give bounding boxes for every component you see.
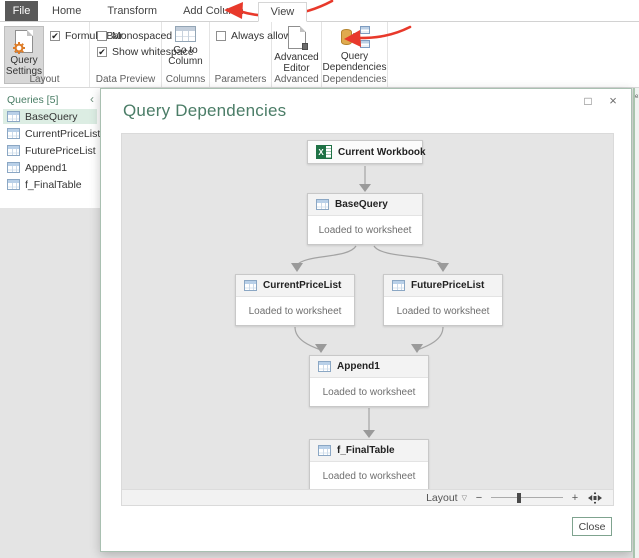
query-list-item-ffinaltable[interactable]: f_FinalTable [3,177,97,192]
checkbox-icon [216,31,226,41]
fit-to-view-button[interactable] [587,492,603,504]
tab-home[interactable]: Home [40,1,93,21]
graph-node-basequery: BaseQuery Loaded to worksheet [307,193,423,245]
table-icon [7,145,20,156]
tab-transform[interactable]: Transform [95,1,169,21]
tab-view[interactable]: View [258,2,308,22]
zoom-slider[interactable] [491,492,563,504]
query-list-item-futurepricelist[interactable]: FuturePriceList [3,143,97,158]
chevron-down-icon: ▽ [462,494,467,502]
tab-add-column[interactable]: Add Column [171,1,256,21]
graph-node-current-workbook: Current Workbook [307,140,423,164]
table-icon [7,111,20,122]
ribbon-group-columns: Go to Column Columns [162,22,210,87]
close-button[interactable]: Close [572,517,612,536]
table-icon [7,179,20,190]
zoom-slider-handle[interactable] [517,493,521,503]
excel-workbook-icon [316,145,332,159]
document-icon [15,30,33,53]
table-grid-icon [175,26,196,42]
layout-dropdown[interactable]: Layout ▽ [426,492,467,504]
group-label-dependencies: Dependencies [322,74,387,85]
checkbox-icon: ✔ [97,47,107,57]
query-list-item-basequery[interactable]: BaseQuery [3,109,97,124]
node-status: Loaded to worksheet [310,462,428,490]
table-icon [392,280,405,291]
graph-node-append1: Append1 Loaded to worksheet [309,355,429,407]
group-label-columns: Columns [162,74,209,85]
ribbon-tab-bar: File Home Transform Add Column View [0,0,639,22]
zoom-out-button[interactable]: − [475,492,483,504]
ribbon-group-dependencies: Query Dependencies Dependencies [322,22,388,87]
go-to-column-button[interactable]: Go to Column [162,26,209,67]
query-list-item-currentpricelist[interactable]: CurrentPriceList [3,126,97,141]
queries-pane: Queries [5] ‹ BaseQuery CurrentPriceList… [0,88,100,208]
table-icon [244,280,257,291]
database-cylinder-icon [341,29,352,45]
group-label-advanced: Advanced [272,74,321,85]
table-icon [7,162,20,173]
group-label-data-preview: Data Preview [90,74,161,85]
dialog-title: Query Dependencies [123,101,286,121]
checkbox-icon [97,31,107,41]
graph-toolbar: Layout ▽ − + [122,489,613,505]
table-icon [318,445,331,456]
query-dependencies-icon [339,26,371,48]
node-status: Loaded to worksheet [236,297,354,325]
table-icon [316,199,329,210]
table-icon [7,128,20,139]
checkbox-icon: ✔ [50,31,60,41]
collapse-pane-icon[interactable]: ‹ [90,92,94,106]
node-status: Loaded to worksheet [384,297,502,325]
monospaced-checkbox[interactable]: Monospaced [97,30,172,42]
group-label-layout: Layout [0,74,89,85]
ribbon-group-parameters: Always allow Parameters [210,22,272,87]
zoom-in-button[interactable]: + [571,492,579,504]
advanced-editor-icon [288,26,306,49]
gear-icon [12,41,26,55]
ribbon-empty-space [388,22,639,87]
background-pane-sliver: e: [633,88,639,558]
node-status: Loaded to worksheet [308,216,422,244]
graph-node-ffinaltable: f_FinalTable Loaded to worksheet [309,439,429,491]
group-label-parameters: Parameters [210,74,271,85]
dependency-graph-canvas[interactable]: Current Workbook BaseQuery Loaded to wor… [121,133,614,506]
ribbon-group-data-preview: Monospaced ✔ Show whitespace Data Previe… [90,22,162,87]
ribbon-view: Query Settings ✔ Formula Bar Layout Mono… [0,22,639,88]
query-dependencies-dialog: Query Dependencies □ × [100,88,632,552]
close-icon[interactable]: × [605,93,621,109]
graph-node-futurepricelist: FuturePriceList Loaded to worksheet [383,274,503,326]
ribbon-group-layout: Query Settings ✔ Formula Bar Layout [0,22,90,87]
tab-file[interactable]: File [5,1,38,21]
node-status: Loaded to worksheet [310,378,428,406]
graph-node-currentpricelist: CurrentPriceList Loaded to worksheet [235,274,355,326]
table-icon [318,361,331,372]
ribbon-group-advanced: Advanced Editor Advanced [272,22,322,87]
query-list-item-append1[interactable]: Append1 [3,160,97,175]
query-dependencies-button[interactable]: Query Dependencies [322,26,387,73]
advanced-editor-button[interactable]: Advanced Editor [272,26,321,74]
queries-pane-header: Queries [5] [7,94,58,106]
fit-to-view-icon [587,492,603,504]
maximize-icon[interactable]: □ [580,93,596,109]
